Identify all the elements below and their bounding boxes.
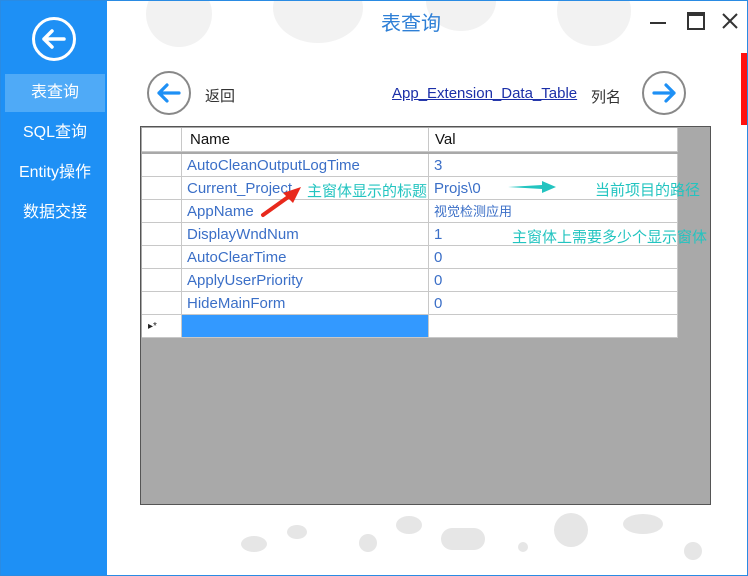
annotation-path-note: 当前项目的路径 xyxy=(595,182,701,199)
sidebar-back-button[interactable] xyxy=(32,17,76,61)
cell-val[interactable]: 0 xyxy=(429,246,678,269)
cell-val[interactable]: 视觉检测应用 xyxy=(429,200,678,223)
cell-name[interactable]: DisplayWndNum xyxy=(182,223,429,246)
row-header[interactable] xyxy=(142,292,182,315)
back-button[interactable] xyxy=(147,71,191,115)
cell-name[interactable]: ApplyUserPriority xyxy=(182,269,429,292)
row-header[interactable] xyxy=(142,223,182,246)
maximize-icon[interactable] xyxy=(685,10,707,32)
new-row-indicator[interactable]: ▸* xyxy=(142,315,182,338)
row-header[interactable] xyxy=(142,177,182,200)
arrow-left-icon xyxy=(42,29,66,49)
cell-val[interactable]: 0 xyxy=(429,292,678,315)
row-header[interactable] xyxy=(142,154,182,177)
decor-fish xyxy=(241,536,267,552)
column-name-label: 列名 xyxy=(591,89,622,106)
back-label[interactable]: 返回 xyxy=(205,85,235,106)
decor-bubble xyxy=(518,542,528,552)
cell-val[interactable]: 3 xyxy=(429,154,678,177)
row-header[interactable] xyxy=(142,269,182,292)
column-header-name[interactable]: Name xyxy=(182,128,429,152)
row-header[interactable] xyxy=(142,200,182,223)
sidebar-item-sql-query[interactable]: SQL查询 xyxy=(5,114,105,152)
sidebar-item-data-exchange[interactable]: 数据交接 xyxy=(5,194,105,232)
app-window: 表查询 SQL查询 Entity操作 数据交接 表查询 返回 App_Exten… xyxy=(0,0,748,576)
close-icon[interactable] xyxy=(719,10,741,32)
sidebar: 表查询 SQL查询 Entity操作 数据交接 xyxy=(1,1,107,575)
decor-fish xyxy=(623,514,663,534)
cell-name[interactable]: HideMainForm xyxy=(182,292,429,315)
window-title: 表查询 xyxy=(381,13,441,35)
cell-name[interactable]: AutoClearTime xyxy=(182,246,429,269)
red-accent-bar xyxy=(741,53,747,125)
sidebar-item-table-query[interactable]: 表查询 xyxy=(5,74,105,112)
annotation-wnd-note: 主窗体上需要多少个显示窗体 xyxy=(512,229,708,246)
grid-corner[interactable] xyxy=(142,128,182,152)
column-header-val[interactable]: Val xyxy=(429,128,678,152)
decor-octopus xyxy=(554,513,588,547)
cell-name[interactable]: AutoCleanOutputLogTime xyxy=(182,154,429,177)
red-arrow-annotation xyxy=(261,187,301,217)
arrow-right-icon xyxy=(652,83,676,103)
table-name-link[interactable]: App_Extension_Data_Table xyxy=(392,85,577,102)
sidebar-item-entity[interactable]: Entity操作 xyxy=(5,154,105,192)
decor-ring xyxy=(557,1,631,46)
decor-crab xyxy=(396,516,422,534)
decor-submarine xyxy=(441,528,485,550)
decor-ring xyxy=(146,1,212,47)
decor-fish xyxy=(287,525,307,539)
cyan-arrow-annotation xyxy=(508,181,556,193)
new-row-name-cell[interactable] xyxy=(182,315,429,338)
row-header[interactable] xyxy=(142,246,182,269)
annotation-title-note: 主窗体显示的标题 xyxy=(307,183,428,200)
new-row-val-cell[interactable] xyxy=(429,315,678,338)
arrow-left-icon xyxy=(157,83,181,103)
next-button[interactable] xyxy=(642,71,686,115)
cell-name[interactable]: AppName xyxy=(182,200,429,223)
cell-val[interactable]: 0 xyxy=(429,269,678,292)
decor-octopus xyxy=(359,534,377,552)
minimize-icon[interactable] xyxy=(647,10,669,32)
decor-bubble xyxy=(684,542,702,560)
